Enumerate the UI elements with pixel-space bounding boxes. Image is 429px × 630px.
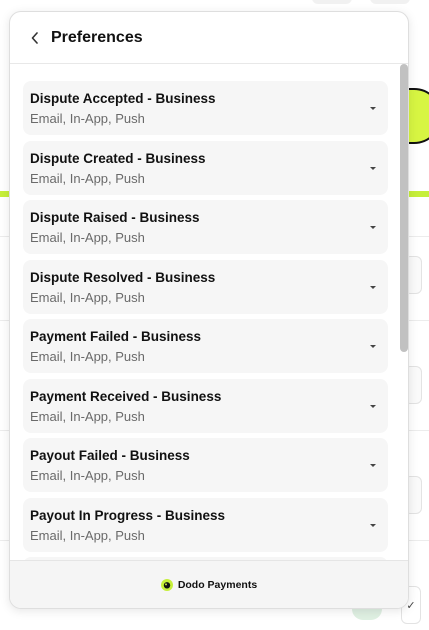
preference-item[interactable]: Dispute Raised - Business Email, In-App,… <box>23 200 388 254</box>
preference-channels: Email, In-App, Push <box>30 290 145 305</box>
chevron-down-icon <box>370 167 376 170</box>
preference-channels: Email, In-App, Push <box>30 230 145 245</box>
preference-item[interactable]: Dispute Resolved - Business Email, In-Ap… <box>23 260 388 314</box>
preference-item[interactable]: Payment Received - Business Email, In-Ap… <box>23 379 388 433</box>
preferences-panel: Preferences Dispute Accepted - Business … <box>9 11 409 609</box>
preference-title: Payout In Progress - Business <box>30 508 226 523</box>
preference-item[interactable]: Payment Failed - Business Email, In-App,… <box>23 319 388 373</box>
scrollbar-thumb[interactable] <box>400 64 408 352</box>
chevron-left-icon[interactable] <box>29 31 41 44</box>
brand-name: Dodo Payments <box>177 578 258 591</box>
chevron-down-icon <box>370 226 376 229</box>
preference-channels: Email, In-App, Push <box>30 528 145 543</box>
preference-item[interactable]: Dispute Created - Business Email, In-App… <box>23 141 388 195</box>
background-button <box>312 0 352 4</box>
chevron-down-icon <box>370 405 376 408</box>
preference-channels: Email, In-App, Push <box>30 111 145 126</box>
chevron-down-icon <box>370 345 376 348</box>
scrollbar[interactable] <box>399 64 408 560</box>
panel-header: Preferences <box>10 12 408 64</box>
preference-channels: Email, In-App, Push <box>30 171 145 186</box>
preference-channels: Email, In-App, Push <box>30 409 145 424</box>
preference-channels: Email, In-App, Push <box>30 349 145 364</box>
preference-title: Payment Failed - Business <box>30 329 202 344</box>
chevron-down-icon <box>370 524 376 527</box>
chevron-down-icon <box>370 107 376 110</box>
dodo-logo-icon <box>160 578 173 591</box>
preference-title: Dispute Raised - Business <box>30 210 200 225</box>
preference-title: Dispute Created - Business <box>30 151 206 166</box>
preference-title: Dispute Resolved - Business <box>30 270 216 285</box>
preference-title: Payout Failed - Business <box>30 448 190 463</box>
panel-footer: Dodo Payments <box>10 560 408 608</box>
page-title: Preferences <box>51 28 143 46</box>
preferences-list: Dispute Accepted - Business Email, In-Ap… <box>10 65 408 561</box>
preference-channels: Email, In-App, Push <box>30 468 145 483</box>
chevron-down-icon <box>370 286 376 289</box>
preference-title: Payment Received - Business <box>30 389 222 404</box>
chevron-down-icon <box>370 464 376 467</box>
preference-title: Dispute Accepted - Business <box>30 91 216 106</box>
background-button <box>370 0 410 4</box>
preference-item[interactable]: Dispute Accepted - Business Email, In-Ap… <box>23 81 388 135</box>
preference-item[interactable]: Payout In Progress - Business Email, In-… <box>23 498 388 552</box>
preference-item[interactable]: Payout Failed - Business Email, In-App, … <box>23 438 388 492</box>
